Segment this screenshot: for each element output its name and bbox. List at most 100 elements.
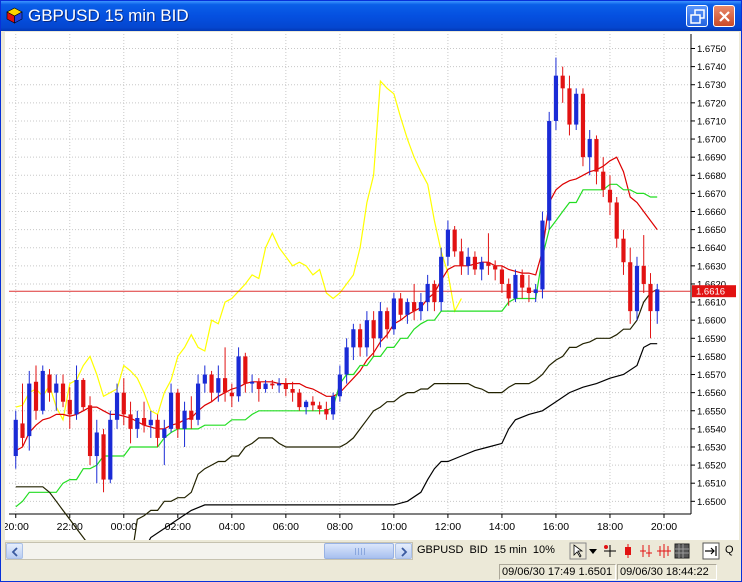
scroll-right-button[interactable] (395, 543, 412, 559)
chart-window: GBPUSD 15 min BID 1.6750 1.6740 1.6730 1.67… (0, 0, 742, 582)
crosshair-tool-button[interactable] (601, 542, 619, 560)
candle-body (195, 383, 201, 420)
title-bar[interactable]: GBPUSD 15 min BID (1, 1, 741, 31)
y-tick-label: 1.6560 (697, 388, 726, 399)
candle-tool-button[interactable] (619, 542, 637, 560)
candle-body (533, 289, 538, 294)
y-tick-label: 1.6730 (697, 80, 726, 91)
x-tick-label: 20:00 (651, 521, 677, 533)
x-tick-label: 20:00 (5, 521, 29, 533)
candle-body (351, 329, 356, 348)
arrow-left-icon (11, 547, 18, 557)
candle-body (634, 265, 640, 312)
candle-body (445, 229, 451, 257)
candle-body (182, 410, 187, 429)
candle-body (108, 419, 113, 480)
candle-body (270, 383, 275, 386)
restore-icon (690, 9, 705, 24)
y-tick-label: 1.6720 (697, 98, 726, 109)
bar-tool-button[interactable] (637, 542, 655, 560)
candle-body (574, 93, 579, 125)
go-end-button[interactable] (702, 542, 720, 560)
candle-body (229, 392, 234, 397)
candle-body (162, 428, 167, 438)
candle-body (472, 256, 478, 270)
candle-body (304, 401, 309, 408)
x-tick-label: 12:00 (435, 521, 461, 533)
candle-body (324, 408, 329, 415)
go-end-icon (702, 542, 720, 560)
dropdown-icon (589, 549, 597, 554)
status-time: 09/06/30 18:44:22 (617, 564, 717, 580)
candle-body (20, 423, 25, 438)
chart-toolbar: GBPUSD BID 15 min 10% Q (5, 541, 739, 561)
status-cursor-info: 09/06/30 17:49 1.6501 (499, 564, 616, 580)
candle-body (425, 283, 430, 303)
candle-body (587, 139, 592, 158)
y-tick-label: 1.6530 (697, 442, 726, 453)
candle-body (601, 171, 606, 190)
x-tick-label: 10:00 (381, 521, 407, 533)
y-tick-label: 1.6650 (697, 225, 726, 236)
restore-button[interactable] (686, 5, 708, 27)
cursor-icon (569, 542, 587, 560)
y-tick-label: 1.6600 (697, 316, 726, 327)
status-bar: 09/06/30 17:49 1.6501 09/06/30 18:44:22 (5, 563, 739, 581)
candle-body (385, 311, 390, 330)
candle-body (277, 383, 282, 386)
candle-body (290, 389, 295, 393)
info-side: BID (469, 544, 488, 556)
candle-body (310, 401, 315, 406)
candle-body (40, 370, 45, 411)
candle-body (641, 265, 646, 284)
candle-body (249, 381, 255, 384)
candle-body (648, 283, 653, 312)
candle-body (209, 374, 214, 393)
candle-body (60, 383, 66, 402)
candle-body (432, 283, 437, 303)
candle-body (580, 93, 586, 158)
candle-body (263, 383, 268, 390)
chart-area[interactable]: 1.6750 1.6740 1.6730 1.6720 1.6710 1.6700 1.66… (5, 32, 739, 540)
scroll-thumb[interactable] (324, 543, 394, 559)
candle-body (121, 392, 126, 415)
grid-icon (674, 543, 690, 559)
close-button[interactable] (713, 5, 735, 27)
x-tick-label: 04:00 (219, 521, 245, 533)
candle-body (506, 283, 511, 299)
candle-body (607, 189, 613, 203)
candle-body (13, 419, 18, 457)
y-tick-label: 1.6660 (697, 207, 726, 218)
candle-body (87, 405, 93, 457)
candle-body (216, 378, 221, 393)
candle-body (33, 381, 39, 411)
candle-body (479, 262, 484, 270)
y-tick-label: 1.6590 (697, 334, 726, 345)
crosshair-line-icon (657, 544, 671, 558)
price-chart[interactable]: 1.6750 1.6740 1.6730 1.6720 1.6710 1.6700 1.66… (5, 32, 739, 540)
candle-body (391, 298, 396, 330)
horizontal-scrollbar[interactable] (5, 542, 413, 560)
y-tick-label: 1.6580 (697, 352, 726, 363)
candle-body (27, 383, 32, 437)
candle-body (459, 251, 464, 266)
candle-body (452, 229, 457, 252)
candle-body (148, 419, 153, 426)
y-tick-label: 1.6700 (697, 135, 726, 146)
scroll-left-button[interactable] (6, 543, 23, 559)
crosshair-line-button[interactable] (655, 542, 673, 560)
candle-body (439, 256, 444, 303)
cursor-tool-button[interactable] (569, 542, 587, 560)
crosshair-icon (604, 545, 616, 557)
x-tick-label: 02:00 (165, 521, 191, 533)
x-tick-label: 08:00 (327, 521, 353, 533)
candle-body (405, 302, 410, 315)
info-symbol: GBPUSD (417, 544, 464, 556)
y-tick-label: 1.6740 (697, 62, 726, 73)
x-tick-label: 16:00 (543, 521, 569, 533)
candle-icon (625, 544, 631, 558)
candle-body (628, 262, 633, 312)
candle-body (412, 302, 417, 312)
candle-body (466, 256, 471, 266)
grid-tool-button[interactable] (673, 542, 691, 560)
